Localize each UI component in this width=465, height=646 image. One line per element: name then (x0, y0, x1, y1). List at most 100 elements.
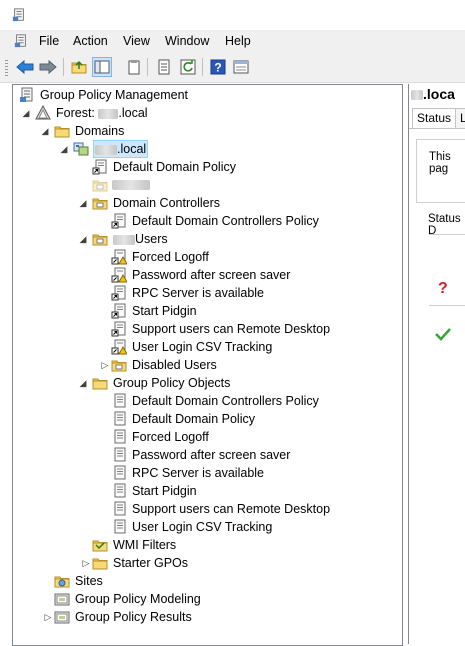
collapse-arrow-icon[interactable]: ◢ (21, 108, 31, 118)
collapse-arrow-icon[interactable]: ◢ (78, 198, 88, 208)
expand-arrow-icon[interactable]: ▷ (81, 558, 91, 568)
tree-forest[interactable]: ◢ Forest: .local (21, 104, 149, 122)
tab-linked[interactable]: L (455, 108, 465, 128)
refresh-button[interactable] (178, 57, 198, 77)
tree-gpo-link[interactable]: Support users can Remote Desktop (111, 320, 331, 338)
tree-gpo[interactable]: Support users can Remote Desktop (111, 500, 331, 518)
console-tree[interactable]: Group Policy Management ◢ Forest: .local… (12, 84, 403, 646)
tree-gpo[interactable]: Default Domain Controllers Policy (111, 392, 320, 410)
collapse-arrow-icon[interactable]: ◢ (40, 126, 50, 136)
info-text: This pag (429, 151, 451, 175)
redacted-text (95, 144, 117, 155)
gpm-system-menu-icon[interactable] (14, 33, 28, 49)
modeling-icon (54, 591, 70, 607)
tree-domain-controllers[interactable]: ◢ Domain Controllers (78, 194, 221, 212)
divider (429, 305, 465, 306)
tree-gpo-link[interactable]: Default Domain Policy (92, 158, 237, 176)
forest-suffix: .local (118, 106, 148, 120)
redacted-text (98, 108, 119, 119)
tree-gpo-link[interactable]: Forced Logoff (111, 248, 210, 266)
toolbar-separator (202, 58, 203, 76)
tree-label: Domains (75, 124, 125, 138)
ou-icon (92, 177, 108, 193)
tree-label: Starter GPOs (113, 556, 189, 570)
show-hide-tree-button[interactable] (92, 57, 112, 77)
tree-users-ou[interactable]: ◢ Users (78, 230, 169, 248)
console-pane-icon (233, 60, 249, 74)
expand-arrow-icon[interactable]: ▷ (100, 360, 110, 370)
tree-domains[interactable]: ◢ Domains (40, 122, 125, 140)
tree-disabled-users[interactable]: ▷ Disabled Users (100, 356, 218, 374)
ou-icon (111, 357, 127, 373)
sites-icon (54, 573, 70, 589)
gpo-icon (111, 483, 127, 499)
gpm-app-icon (12, 7, 26, 23)
details-header: .loca (409, 84, 465, 106)
checkmark-icon (435, 328, 451, 341)
copy-button[interactable] (124, 57, 144, 77)
results-icon (54, 609, 70, 625)
tree-label: Group Policy Results (75, 610, 192, 624)
tree-gpo[interactable]: Password after screen saver (111, 446, 291, 464)
gpo-link-warning-icon (111, 249, 127, 265)
tree-gpo-link[interactable]: Password after screen saver (111, 266, 291, 284)
menu-action[interactable]: Action (73, 34, 108, 48)
tree-label: Users (112, 231, 169, 247)
tree-gpo-container[interactable]: ◢ Group Policy Objects (78, 374, 231, 392)
tree-ou-redacted[interactable] (92, 176, 150, 194)
tree-domain[interactable]: ◢ .local (59, 140, 149, 158)
users-suffix: Users (135, 232, 168, 246)
toolbar-separator (147, 58, 148, 76)
tree-gpo-link[interactable]: RPC Server is available (111, 284, 265, 302)
help-icon: ? (210, 59, 226, 75)
back-button[interactable] (15, 57, 35, 77)
gpo-icon (111, 393, 127, 409)
gpo-folder-icon (92, 375, 108, 391)
menu-file[interactable]: File (39, 34, 59, 48)
back-icon (16, 59, 34, 75)
tree-label: RPC Server is available (132, 466, 264, 480)
collapse-arrow-icon[interactable]: ◢ (59, 144, 69, 154)
tree-gpo[interactable]: Start Pidgin (111, 482, 198, 500)
ou-icon (92, 231, 108, 247)
menu-window[interactable]: Window (165, 34, 209, 48)
tree-label: Default Domain Policy (113, 160, 236, 174)
help-button[interactable]: ? (208, 57, 228, 77)
collapse-arrow-icon[interactable]: ◢ (78, 234, 88, 244)
collapse-arrow-icon[interactable]: ◢ (78, 378, 88, 388)
tree-gpo[interactable]: User Login CSV Tracking (111, 518, 273, 536)
tree-gp-modeling[interactable]: Group Policy Modeling (54, 590, 202, 608)
tree-root-gpm[interactable]: Group Policy Management (19, 86, 189, 104)
tree-gpo-link[interactable]: User Login CSV Tracking (111, 338, 273, 356)
tab-status[interactable]: Status (412, 108, 457, 129)
details-pane: .loca Status L This pag Status D ? (408, 84, 465, 644)
menu-help[interactable]: Help (225, 34, 251, 48)
tree-gpo-link[interactable]: Default Domain Controllers Policy (111, 212, 320, 230)
tree-starter-gpos[interactable]: ▷ Starter GPOs (81, 554, 189, 572)
forward-icon (39, 59, 57, 75)
domain-suffix: .local (117, 142, 147, 156)
tree-gpo[interactable]: Default Domain Policy (111, 410, 256, 428)
redacted-text (113, 234, 135, 245)
tree-sites[interactable]: Sites (54, 572, 104, 590)
tree-label: Forced Logoff (132, 250, 209, 264)
gpo-link-icon (111, 321, 127, 337)
expand-arrow-icon[interactable]: ▷ (43, 612, 53, 622)
tree-label: Domain Controllers (113, 196, 220, 210)
menu-view[interactable]: View (123, 34, 150, 48)
up-one-level-button[interactable] (69, 57, 89, 77)
tree-label: Password after screen saver (132, 448, 291, 462)
svg-text:?: ? (214, 61, 221, 75)
forward-button[interactable] (38, 57, 58, 77)
tree-wmi-filters[interactable]: WMI Filters (92, 536, 177, 554)
tree-gpo[interactable]: RPC Server is available (111, 464, 265, 482)
console-pane-button[interactable] (231, 57, 251, 77)
tree-gp-results[interactable]: ▷ Group Policy Results (43, 608, 193, 626)
properties-button[interactable] (154, 57, 174, 77)
window-title-bar (0, 0, 465, 30)
tree-gpo[interactable]: Forced Logoff (111, 428, 210, 446)
gpo-link-warning-icon (111, 267, 127, 283)
gpo-link-icon (111, 285, 127, 301)
refresh-icon (180, 59, 196, 75)
tree-gpo-link[interactable]: Start Pidgin (111, 302, 198, 320)
